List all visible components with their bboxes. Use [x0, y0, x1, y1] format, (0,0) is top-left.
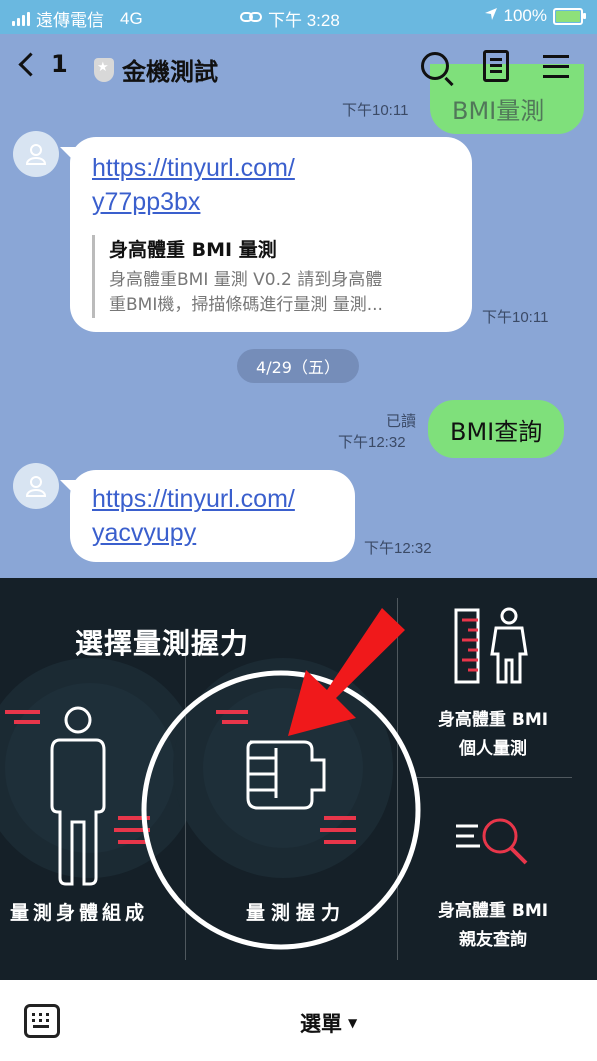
unread-count: 1 — [51, 50, 68, 78]
message-time: 下午12:32 — [338, 434, 406, 451]
message-bubble-incoming-link[interactable]: https://tinyurl.com/ y77pp3bx 身高體重 BMI 量… — [70, 137, 472, 332]
rich-menu-bmi-friend[interactable]: 身高體重 BMI 親友查詢 — [398, 778, 597, 980]
rich-menu-label: 身高體重 BMI — [437, 710, 549, 730]
fist-icon — [216, 710, 356, 844]
chat-header: 1 金機測試 — [0, 34, 597, 100]
message-time: 下午10:11 — [482, 309, 549, 326]
notes-icon[interactable] — [483, 50, 509, 82]
rich-menu-bmi-personal[interactable]: 身高體重 BMI 個人量測 — [398, 578, 597, 777]
back-arrow-icon — [18, 51, 43, 77]
rich-menu: 選擇量測握力 量測身體組成 量測握力 身高體重 BMI 個人量測 身高體重 BM… — [0, 578, 597, 980]
link-preview-desc-1: 身高體重BMI 量測 V0.2 請到身高體 — [109, 270, 383, 290]
status-left: 遠傳電信 4G — [12, 6, 143, 31]
rich-menu-label: 個人量測 — [459, 739, 527, 759]
location-icon — [484, 6, 498, 26]
read-receipt: 已讀 — [386, 412, 417, 430]
link-preview[interactable]: 身高體重 BMI 量測 身高體重BMI 量測 V0.2 請到身高體 重BMI機，… — [92, 235, 439, 318]
link-preview-title: 身高體重 BMI 量測 — [109, 239, 277, 261]
chat-title[interactable]: 金機測試 — [94, 52, 218, 87]
avatar[interactable] — [13, 131, 59, 177]
status-bar: 遠傳電信 4G 下午 3:28 100% — [0, 0, 597, 34]
link-icon — [240, 9, 262, 29]
message-link-cont[interactable]: y77pp3bx — [92, 185, 295, 219]
search-list-icon — [456, 818, 528, 865]
user-icon — [25, 476, 47, 497]
link-preview-desc-2: 重BMI機，掃描條碼進行量測 量測... — [109, 295, 383, 315]
battery-icon — [553, 7, 586, 25]
rich-menu-label: 量測握力 — [245, 902, 346, 924]
network-type: 4G — [120, 8, 143, 28]
message-time: 下午12:32 — [364, 540, 432, 557]
keyboard-icon[interactable] — [24, 1004, 60, 1038]
rich-menu-title: 選擇量測握力 — [75, 627, 250, 660]
status-right: 100% — [484, 6, 586, 26]
status-center: 下午 3:28 — [240, 6, 340, 31]
caret-down-icon: ▼ — [348, 1016, 358, 1030]
shield-icon — [94, 57, 114, 82]
menu-icon[interactable] — [543, 53, 569, 79]
ruler-person-icon — [454, 607, 528, 684]
search-icon[interactable] — [421, 52, 449, 80]
bottom-bar: 選單 ▼ — [0, 980, 597, 1061]
carrier-name: 遠傳電信 — [36, 11, 104, 30]
signal-icon — [12, 11, 30, 26]
rich-menu-body-composition[interactable]: 量測身體組成 — [0, 678, 185, 958]
battery-percent: 100% — [503, 6, 547, 25]
rich-menu-label: 親友查詢 — [459, 930, 527, 950]
rich-menu-label: 身高體重 BMI — [437, 901, 549, 921]
rich-menu-label: 量測身體組成 — [10, 902, 149, 924]
person-icon — [5, 706, 150, 886]
menu-label: 選單 — [300, 1012, 342, 1036]
clock: 下午 3:28 — [268, 11, 340, 30]
back-button[interactable]: 1 — [18, 50, 68, 78]
user-icon — [25, 144, 47, 165]
message-bubble-outgoing[interactable]: BMI查詢 — [428, 400, 565, 458]
message-link-cont[interactable]: yacvyupy — [92, 516, 295, 550]
message-bubble-incoming-link[interactable]: https://tinyurl.com/ yacvyupy — [70, 470, 355, 562]
message-time: 下午10:11 — [342, 102, 409, 119]
rich-menu-grip-strength[interactable]: 量測握力 — [186, 678, 397, 958]
message-link[interactable]: https://tinyurl.com/ — [92, 482, 295, 516]
avatar[interactable] — [13, 463, 59, 509]
header-actions — [421, 50, 569, 82]
chat-title-text: 金機測試 — [122, 58, 218, 86]
chat-area[interactable]: BMI量測 下午10:11 https://tinyurl.com/ y77pp… — [0, 34, 597, 578]
date-separator: 4/29（五） — [237, 349, 359, 383]
message-link[interactable]: https://tinyurl.com/ — [92, 151, 295, 185]
message-text: BMI查詢 — [450, 417, 543, 446]
menu-toggle-button[interactable]: 選單 ▼ — [300, 1008, 357, 1038]
